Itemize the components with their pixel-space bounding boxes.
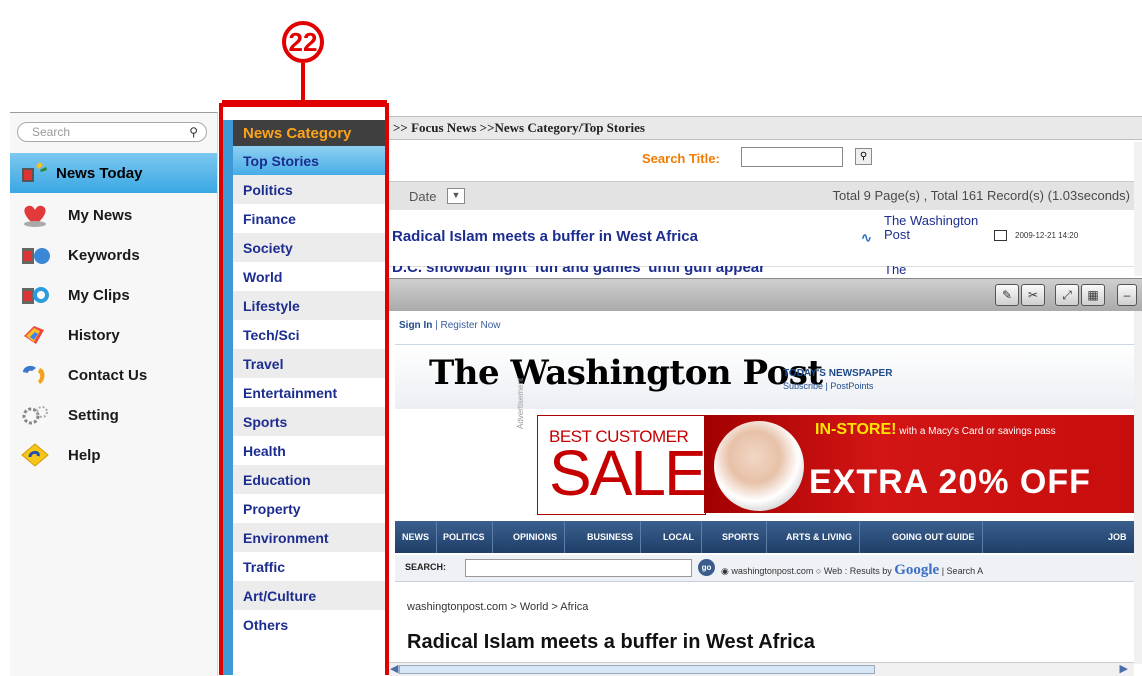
- clip-icon[interactable]: ✎: [995, 284, 1019, 306]
- sidebar-item-contact-us[interactable]: Contact Us: [10, 355, 217, 395]
- breadcrumb: >> Focus News >>News Category/Top Storie…: [389, 116, 1142, 140]
- list-item[interactable]: D.C. snowball fight 'fun and games' unti…: [389, 266, 1134, 278]
- search-archive-link[interactable]: | Search A: [939, 566, 983, 576]
- site-search-bar: SEARCH: go ◉ washingtonpost.com ○ Web : …: [395, 555, 1134, 582]
- site-nav-item[interactable]: SPORTS: [715, 521, 768, 553]
- scroll-left-icon[interactable]: ◀: [390, 662, 398, 675]
- callout-line: [301, 63, 305, 103]
- ad-instore: IN-STORE! with a Macy's Card or savings …: [815, 421, 1056, 439]
- sidebar-item-label: News Today: [56, 164, 143, 182]
- chevron-down-icon[interactable]: ▼: [447, 188, 465, 204]
- sidebar-item-label: History: [68, 326, 120, 344]
- search-scope-options: ◉ washingtonpost.com ○ Web : Results by …: [721, 562, 984, 578]
- phone-icon: [20, 362, 50, 388]
- calendar-icon: [994, 230, 1007, 241]
- ad-image: [714, 421, 804, 511]
- ad-instore-label: IN-STORE!: [815, 421, 897, 438]
- sidebar-item-label: Keywords: [68, 246, 140, 264]
- scissors-icon[interactable]: ✂: [1021, 284, 1045, 306]
- sidebar-item-news-today[interactable]: News Today: [10, 153, 217, 193]
- ad-label: Advertisement: [516, 377, 525, 429]
- go-button[interactable]: go: [698, 559, 715, 576]
- rss-icon: ∿: [861, 230, 872, 245]
- scope-option-web[interactable]: Web : Results by: [821, 566, 894, 576]
- sidebar-item-help[interactable]: Help: [10, 435, 217, 475]
- search-title-input[interactable]: [741, 147, 843, 167]
- register-link[interactable]: | Register Now: [432, 320, 500, 331]
- site-nav-item[interactable]: NEWS: [395, 521, 437, 553]
- sidebar-item-setting[interactable]: Setting: [10, 395, 217, 435]
- site-nav-item[interactable]: GOING OUT GUIDE: [885, 521, 983, 553]
- minimize-icon[interactable]: –: [1117, 284, 1137, 306]
- sidebar-item-label: Setting: [68, 406, 119, 424]
- news-source: The Washington Post: [884, 213, 979, 242]
- site-logo[interactable]: The Washington Post: [429, 353, 823, 393]
- layout-icon[interactable]: ▦: [1081, 284, 1105, 306]
- search-icon[interactable]: ⚲: [189, 125, 198, 139]
- site-nav-item[interactable]: LOCAL: [656, 521, 702, 553]
- site-nav-item[interactable]: BUSINESS: [580, 521, 642, 553]
- article-breadcrumb[interactable]: washingtonpost.com > World > Africa: [407, 601, 588, 613]
- list-header: Date ▼ Total 9 Page(s) , Total 161 Recor…: [389, 181, 1134, 210]
- heart-icon: [20, 202, 50, 228]
- sidebar-item-history[interactable]: History: [10, 315, 217, 355]
- keywords-icon: [20, 242, 50, 268]
- article-title: Radical Islam meets a buffer in West Afr…: [407, 631, 815, 653]
- viewer-toolbar: ✎ ✂ ⤢ ▦ –: [389, 278, 1142, 312]
- news-title-link[interactable]: D.C. snowball fight 'fun and games' unti…: [392, 266, 765, 276]
- news-today-icon: [20, 160, 50, 186]
- site-nav-item[interactable]: JOB: [1101, 521, 1134, 553]
- site-nav-item[interactable]: OPINIONS: [506, 521, 566, 553]
- fullscreen-icon[interactable]: ⤢: [1055, 284, 1079, 306]
- sidebar-item-keywords[interactable]: Keywords: [10, 235, 217, 275]
- viewer-horizontal-scrollbar[interactable]: ◀ ▶: [389, 662, 1134, 676]
- list-item[interactable]: Radical Islam meets a buffer in West Afr…: [389, 210, 1134, 267]
- sidebar-item-label: Contact Us: [68, 366, 148, 384]
- viewer-vertical-scrollbar[interactable]: [1134, 311, 1142, 664]
- news-date: 2009-12-21 14:20: [1015, 231, 1079, 240]
- title-search-bar: Search Title: ⚲: [389, 142, 1134, 174]
- google-logo: Google: [894, 562, 940, 578]
- scope-option-site[interactable]: washingtonpost.com: [729, 566, 816, 576]
- ad-instore-sub: with a Macy's Card or savings pass: [896, 426, 1056, 437]
- gear-icon: [20, 402, 50, 428]
- sidebar-item-label: Help: [68, 446, 101, 464]
- sidebar-item-my-clips[interactable]: My Clips: [10, 275, 217, 315]
- site-nav-item[interactable]: POLITICS: [436, 521, 493, 553]
- clips-icon: [20, 282, 50, 308]
- sidebar-item-label: My Clips: [68, 286, 130, 304]
- news-source: The: [884, 266, 907, 277]
- left-sidebar: Search ⚲ News Today My News Keywords My …: [10, 112, 218, 676]
- record-totals: Total 9 Page(s) , Total 161 Record(s) (1…: [832, 188, 1130, 203]
- search-title-label: Search Title:: [642, 151, 720, 166]
- site-nav: NEWS POLITICS OPINIONS BUSINESS LOCAL SP…: [395, 521, 1134, 553]
- search-placeholder: Search: [32, 125, 71, 139]
- sidebar-item-label: My News: [68, 206, 133, 224]
- list-scrollbar[interactable]: [1134, 142, 1142, 276]
- search-icon[interactable]: ⚲: [855, 148, 872, 165]
- todays-paper-link[interactable]: TODAY'S NEWSPAPER: [783, 368, 892, 379]
- scroll-right-icon[interactable]: ▶: [1120, 662, 1128, 675]
- news-title-link[interactable]: Radical Islam meets a buffer in West Afr…: [392, 228, 698, 245]
- help-icon: [20, 442, 50, 468]
- callout-badge: 22: [282, 21, 324, 63]
- site-nav-item[interactable]: ARTS & LIVING: [779, 521, 861, 553]
- article-viewer: Sign In | Register Now The Washington Po…: [389, 311, 1134, 664]
- ad-sale-text: SALE: [549, 437, 707, 509]
- site-search-input[interactable]: [465, 559, 692, 577]
- signin-text[interactable]: Sign In: [399, 320, 432, 331]
- highlight-frame: [219, 103, 389, 675]
- history-icon: [20, 322, 50, 348]
- site-search-label: SEARCH:: [405, 562, 447, 572]
- subscribe-link[interactable]: Subscribe | PostPoints: [783, 381, 873, 391]
- sidebar-search-input[interactable]: Search ⚲: [17, 122, 207, 142]
- signin-link[interactable]: Sign In | Register Now: [399, 320, 501, 331]
- scrollbar-thumb[interactable]: [399, 665, 875, 674]
- ad-offer: EXTRA 20% OFF: [809, 463, 1091, 501]
- sidebar-item-my-news[interactable]: My News: [10, 195, 217, 235]
- sort-label: Date: [409, 189, 437, 204]
